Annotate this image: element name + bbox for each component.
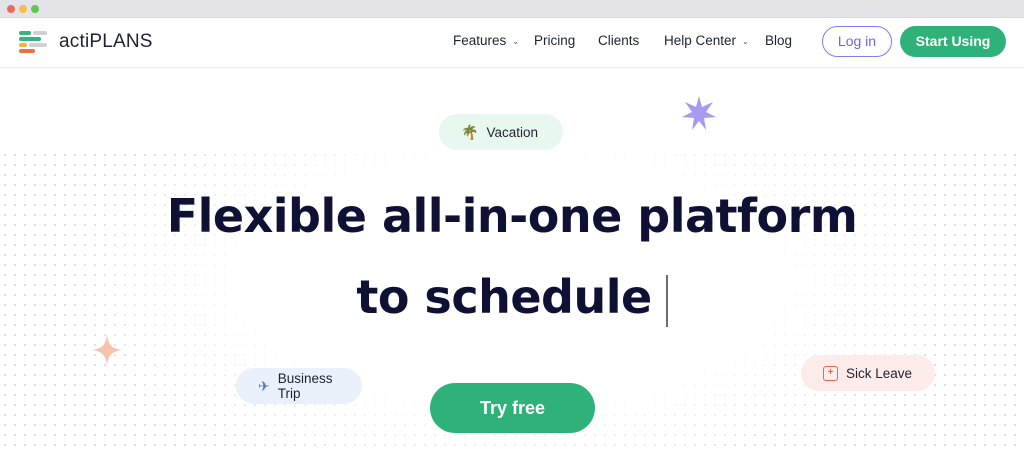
browser-chrome [0, 0, 1024, 18]
hero-headline-line-2-text: to schedule [356, 270, 652, 324]
sick-leave-tag: + Sick Leave [801, 355, 935, 391]
business-trip-tag-label: Business Trip [277, 371, 333, 401]
window-close-dot[interactable] [7, 5, 15, 13]
star-decoration-icon [682, 96, 716, 130]
business-trip-tag: ✈ Business Trip [236, 368, 362, 404]
hero-headline-line-1: Flexible all-in-one platform [166, 189, 858, 243]
window-minimize-dot[interactable] [19, 5, 27, 13]
start-using-button[interactable]: Start Using [900, 26, 1006, 57]
logo-mark-icon [19, 30, 49, 54]
airplane-icon: ✈ [258, 377, 270, 394]
window-maximize-dot[interactable] [31, 5, 39, 13]
sparkle-decoration-icon [91, 334, 123, 366]
nav-clients[interactable]: Clients [598, 33, 639, 51]
logo[interactable]: actiPLANS [19, 29, 153, 55]
site-header: actiPLANS Features ⌄ Pricing Clients Help… [0, 18, 1024, 68]
hero-headline-line-2: to schedule [0, 267, 1024, 327]
nav-pricing[interactable]: Pricing [534, 33, 575, 51]
chevron-down-icon: ⌄ [742, 36, 749, 46]
vacation-tag: 🌴 Vacation [439, 114, 563, 150]
typing-caret [665, 274, 668, 327]
nav-features[interactable]: Features ⌄ [453, 33, 519, 51]
palm-tree-icon: 🌴 [461, 123, 479, 140]
chevron-down-icon: ⌄ [512, 36, 519, 46]
logo-text: actiPLANS [59, 31, 153, 52]
sick-leave-tag-label: Sick Leave [846, 365, 913, 381]
nav-features-label: Features [453, 33, 507, 48]
try-free-button[interactable]: Try free [430, 383, 595, 433]
vacation-tag-label: Vacation [486, 124, 538, 140]
nav-help-center[interactable]: Help Center ⌄ [664, 33, 749, 51]
nav-blog[interactable]: Blog [765, 33, 792, 51]
login-button[interactable]: Log in [822, 26, 892, 57]
nav-help-center-label: Help Center [664, 33, 737, 48]
medical-plus-icon: + [823, 365, 838, 381]
